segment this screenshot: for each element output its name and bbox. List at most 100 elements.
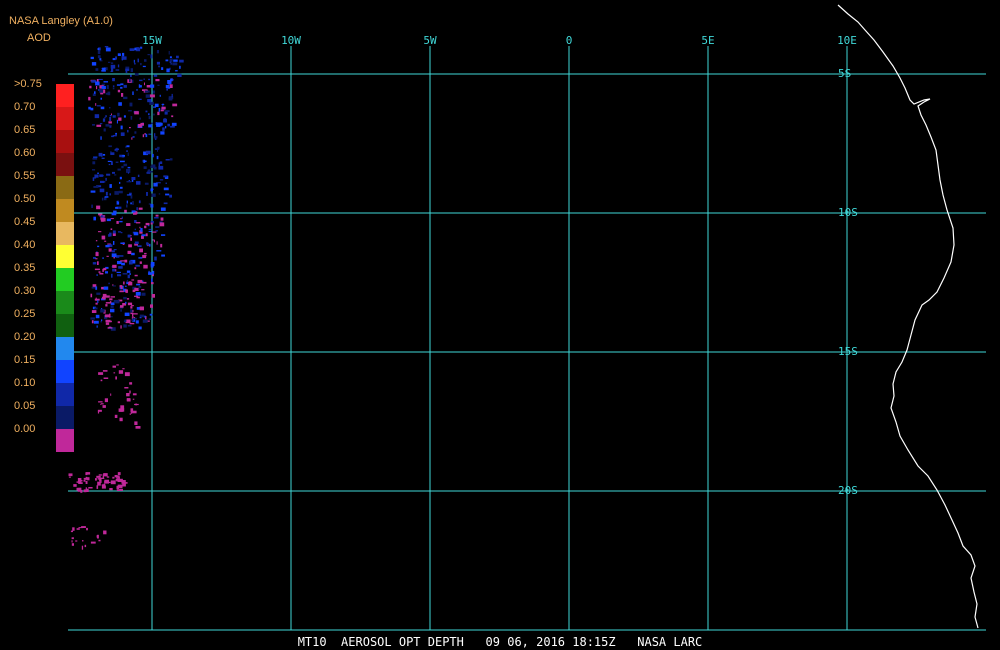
aod-pixel xyxy=(148,318,152,320)
aod-pixel xyxy=(138,288,140,290)
aod-pixel xyxy=(158,193,161,195)
aod-pixel xyxy=(177,73,182,77)
aod-pixel xyxy=(120,305,124,308)
aod-pixel xyxy=(130,202,132,205)
aod-pixel xyxy=(97,55,101,59)
aod-pixel xyxy=(142,65,146,68)
aod-pixel xyxy=(108,248,112,252)
aod-pixel xyxy=(159,222,165,227)
aod-pixel xyxy=(171,93,173,98)
aod-pixel xyxy=(134,47,137,51)
aod-pixel xyxy=(105,124,110,127)
aod-pixel xyxy=(145,133,148,138)
aod-pixel xyxy=(97,409,102,412)
aod-pixel xyxy=(150,304,153,308)
aod-pixel xyxy=(123,96,128,100)
aod-pixel xyxy=(105,304,108,307)
aod-pixel xyxy=(132,398,135,400)
aod-pixel xyxy=(126,393,130,397)
aod-pixel xyxy=(169,84,173,88)
aod-pixel xyxy=(156,50,159,54)
legend-swatch xyxy=(56,360,74,383)
aod-pixel xyxy=(105,322,110,325)
aod-pixel xyxy=(115,161,119,163)
aod-pixel xyxy=(142,319,148,323)
aod-pixel xyxy=(157,146,160,150)
aod-pixel xyxy=(98,231,102,233)
aod-pixel xyxy=(119,176,122,180)
aod-pixel xyxy=(99,60,103,62)
aod-pixel xyxy=(144,182,149,185)
aod-pixel xyxy=(112,268,116,272)
aod-pixel xyxy=(155,230,158,232)
aod-pixel xyxy=(131,319,134,322)
aod-pixel xyxy=(171,122,177,126)
aod-pixel xyxy=(117,321,120,324)
aod-pixel xyxy=(125,145,127,149)
aod-pixel xyxy=(111,250,115,253)
aod-pixel xyxy=(97,299,99,303)
aod-pixel xyxy=(91,286,95,289)
aod-pixel xyxy=(128,110,132,112)
aod-pixel xyxy=(179,65,181,69)
aod-pixel xyxy=(103,89,106,94)
aod-pixel xyxy=(172,103,178,107)
aod-pixel xyxy=(130,306,133,309)
aod-pixel xyxy=(101,319,103,321)
aod-pixel xyxy=(68,473,73,477)
aod-pixel xyxy=(135,426,141,429)
aod-pixel xyxy=(171,115,174,118)
aod-pixel xyxy=(130,312,133,315)
aod-pixel xyxy=(126,145,130,148)
aod-pixel xyxy=(161,104,165,105)
aod-pixel xyxy=(111,273,113,278)
aod-pixel xyxy=(127,250,132,254)
aod-pixel xyxy=(135,222,141,224)
aod-pixel xyxy=(96,292,101,295)
legend-swatch xyxy=(56,429,74,452)
aod-pixel xyxy=(97,261,99,265)
aod-pixel xyxy=(151,278,153,283)
aod-pixel xyxy=(175,70,178,72)
aod-pixel xyxy=(130,237,132,241)
aod-pixel xyxy=(152,270,155,275)
aod-pixel xyxy=(93,156,98,158)
aod-pixel xyxy=(108,282,110,285)
legend-label: 0.70 xyxy=(14,101,36,113)
aod-pixel xyxy=(119,181,121,184)
aod-pixel xyxy=(123,320,126,323)
aod-pixel xyxy=(117,112,120,117)
aod-pixel xyxy=(134,228,136,231)
aod-pixel xyxy=(129,413,131,415)
aod-pixel xyxy=(95,68,99,71)
aod-pixel xyxy=(82,540,84,542)
aod-pixel xyxy=(122,273,128,275)
aod-pixel xyxy=(150,262,155,266)
aod-pixel xyxy=(99,88,104,93)
aod-pixel xyxy=(129,273,131,275)
aod-pixel xyxy=(143,78,145,80)
aod-pixel xyxy=(105,177,107,181)
aod-pixel xyxy=(102,370,108,372)
aod-pixel xyxy=(136,296,140,299)
aod-pixel xyxy=(123,163,128,167)
aod-pixel xyxy=(118,370,124,374)
aod-pixel xyxy=(138,207,143,210)
aod-pixel xyxy=(89,85,92,89)
aod-pixel xyxy=(169,56,172,58)
aod-pixel xyxy=(76,528,80,530)
aod-pixel xyxy=(110,218,114,220)
aod-pixel xyxy=(127,325,132,327)
legend-label: 0.10 xyxy=(14,377,36,389)
aod-pixel xyxy=(71,540,73,543)
aod-pixel xyxy=(92,161,96,165)
aod-pixel xyxy=(140,63,142,66)
aod-pixel xyxy=(141,292,146,296)
map-title: NASA Langley (A1.0) xyxy=(9,15,113,27)
aod-pixel xyxy=(163,118,167,123)
aod-pixel xyxy=(103,128,106,132)
legend-label: 0.60 xyxy=(14,147,36,159)
aod-pixel xyxy=(100,97,102,100)
aod-pixel xyxy=(107,160,112,162)
aod-pixel xyxy=(100,106,105,110)
